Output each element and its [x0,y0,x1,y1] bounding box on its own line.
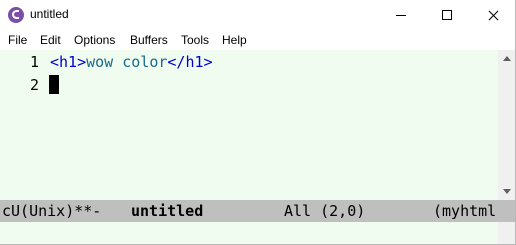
modeline-position: All (2,0) [284,202,366,220]
html-text: wow color [86,53,168,71]
modeline-major-mode[interactable]: (myhtml [433,202,496,220]
close-button[interactable] [470,0,516,30]
minibuffer-scroll-area [498,222,515,244]
menu-edit[interactable]: Edit [40,33,61,47]
emacs-window: untitled File Edit Options Buffers Tools… [0,0,516,245]
title-bar[interactable]: untitled [0,0,515,30]
menu-file[interactable]: File [8,33,27,47]
code-line[interactable]: <h1>wow color</h1> [50,53,213,71]
editor-buffer[interactable]: 1 <h1>wow color</h1> 2 [0,50,498,200]
modeline-buffer-name[interactable]: untitled [131,202,203,220]
emacs-app-icon [8,7,24,23]
window-title: untitled [30,7,69,21]
scroll-down-arrow-icon[interactable] [498,183,515,200]
html-close-tag: </h1> [167,53,213,71]
scroll-thumb[interactable] [500,67,513,183]
maximize-button[interactable] [424,0,470,30]
minibuffer[interactable] [0,222,498,244]
scroll-up-arrow-icon[interactable] [498,50,515,67]
mode-line[interactable]: cU(Unix)**- untitled All (2,0) (myhtml [0,200,515,222]
html-open-tag: <h1> [50,53,87,71]
modeline-status: cU(Unix)**- [2,202,102,220]
vertical-scrollbar[interactable] [498,50,515,200]
line-number: 2 [30,76,40,94]
line-number: 1 [30,53,40,71]
menu-options[interactable]: Options [74,33,115,47]
menu-tools[interactable]: Tools [181,33,209,47]
menu-help[interactable]: Help [222,33,247,47]
minimize-button[interactable] [378,0,424,30]
menu-bar: File Edit Options Buffers Tools Help [0,30,515,50]
text-cursor [49,75,59,94]
menu-buffers[interactable]: Buffers [130,33,168,47]
